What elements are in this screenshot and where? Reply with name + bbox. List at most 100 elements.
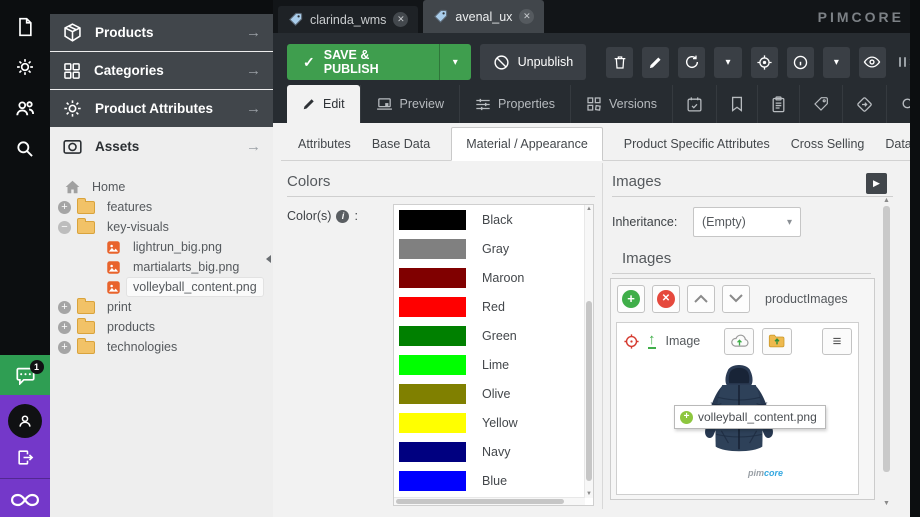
tree-item-key-visuals[interactable]: key-visuals bbox=[50, 217, 266, 237]
color-option[interactable]: Yellow bbox=[394, 408, 593, 437]
upload-cloud-button[interactable] bbox=[724, 328, 754, 355]
remove-item-button[interactable] bbox=[652, 285, 680, 313]
color-option[interactable]: Navy bbox=[394, 437, 593, 466]
logout-button[interactable] bbox=[0, 443, 50, 471]
tree-item-technologies[interactable]: technologies bbox=[50, 337, 266, 357]
tab-tags[interactable] bbox=[799, 85, 842, 123]
rail-bottom-section bbox=[0, 395, 50, 517]
move-up-button[interactable] bbox=[687, 285, 715, 313]
color-swatch bbox=[399, 384, 466, 404]
tab-properties[interactable]: Properties bbox=[459, 85, 570, 123]
color-option[interactable]: Maroon bbox=[394, 263, 593, 292]
colors-multiselect-list[interactable]: Black Gray Maroon Red Green Lime Olive Y… bbox=[393, 204, 594, 506]
move-down-button[interactable] bbox=[722, 285, 750, 313]
color-option[interactable]: Olive bbox=[394, 379, 593, 408]
window-tab-clarinda-wms[interactable]: clarinda_wms bbox=[278, 6, 418, 33]
tree-item-martialarts[interactable]: martialarts_big.png bbox=[50, 257, 266, 277]
window-tab-avenal-ux[interactable]: avenal_ux bbox=[423, 0, 544, 33]
menu-item-assets[interactable]: Assets bbox=[50, 128, 273, 165]
color-option[interactable]: Red bbox=[394, 292, 593, 321]
crosshair-icon bbox=[756, 54, 773, 71]
close-icon[interactable] bbox=[393, 12, 408, 27]
menu-item-product-attributes[interactable]: Product Attributes bbox=[50, 90, 273, 127]
subtab-material-appearance[interactable]: Material / Appearance bbox=[451, 127, 603, 161]
preview-eye-button[interactable] bbox=[859, 47, 886, 78]
expand-plus-icon[interactable] bbox=[58, 201, 71, 214]
tab-bookmark[interactable] bbox=[716, 85, 757, 123]
pimcore-app: 1 Products bbox=[0, 0, 920, 517]
select-from-assets-button[interactable] bbox=[762, 328, 792, 355]
tree-item-products[interactable]: products bbox=[50, 317, 266, 337]
tab-edit[interactable]: Edit bbox=[287, 85, 360, 123]
save-dropdown-caret[interactable] bbox=[439, 44, 471, 80]
inheritance-select[interactable]: (Empty) bbox=[693, 207, 801, 237]
tab-preview[interactable]: Preview bbox=[360, 85, 459, 123]
tab-notes-events[interactable] bbox=[757, 85, 799, 123]
pimcore-logo: PIMCORE bbox=[818, 9, 904, 25]
info-dropdown-button[interactable] bbox=[823, 47, 850, 78]
image-preview-area[interactable]: volleyball_content.png pimcore bbox=[617, 356, 858, 494]
color-option[interactable]: Lime bbox=[394, 350, 593, 379]
tab-versions[interactable]: Versions bbox=[570, 85, 672, 123]
pimcore-infinity-logo[interactable] bbox=[0, 483, 50, 517]
tree-item-features[interactable]: features bbox=[50, 197, 266, 217]
target-icon[interactable] bbox=[623, 333, 640, 350]
scroll-up-arrow[interactable]: ▲ bbox=[882, 197, 891, 204]
list-vertical-scrollbar[interactable]: ▲ ▼ bbox=[584, 205, 593, 498]
tree-item-lightrun[interactable]: lightrun_big.png bbox=[50, 237, 266, 257]
list-horizontal-scrollbar[interactable] bbox=[394, 497, 585, 505]
notifications-button[interactable]: 1 bbox=[0, 355, 50, 395]
color-option[interactable]: Black bbox=[394, 205, 593, 234]
locate-in-tree-button[interactable] bbox=[751, 47, 778, 78]
user-avatar[interactable] bbox=[8, 404, 42, 438]
search-icon[interactable] bbox=[0, 139, 50, 159]
reload-button[interactable] bbox=[678, 47, 705, 78]
expand-plus-icon[interactable] bbox=[58, 301, 71, 314]
tree-item-volleyball[interactable]: volleyball_content.png bbox=[50, 277, 266, 297]
expand-plus-icon[interactable] bbox=[58, 321, 71, 334]
image-menu-button[interactable] bbox=[822, 328, 852, 355]
reload-dropdown-button[interactable] bbox=[714, 47, 741, 78]
collapse-minus-icon[interactable] bbox=[58, 221, 71, 234]
images-column-scrollbar[interactable]: ▲ ▼ bbox=[882, 197, 891, 507]
tab-redirects[interactable] bbox=[842, 85, 886, 123]
color-swatch bbox=[399, 326, 466, 346]
color-option[interactable]: Green bbox=[394, 321, 593, 350]
add-item-button[interactable] bbox=[617, 285, 645, 313]
menu-item-products[interactable]: Products bbox=[50, 14, 273, 51]
subtab-product-specific[interactable]: Product Specific Attributes bbox=[624, 128, 770, 160]
scroll-up-arrow[interactable]: ▲ bbox=[585, 206, 593, 212]
color-swatch bbox=[399, 471, 466, 491]
rename-button[interactable] bbox=[642, 47, 669, 78]
arrow-right-icon bbox=[246, 100, 261, 117]
panel-collapse-handle[interactable] bbox=[264, 247, 273, 271]
sliders-icon bbox=[475, 97, 491, 112]
subtab-attributes[interactable]: Attributes bbox=[298, 128, 351, 160]
close-icon[interactable] bbox=[519, 9, 534, 24]
expand-plus-icon[interactable] bbox=[58, 341, 71, 354]
tree-item-home[interactable]: Home bbox=[50, 177, 266, 197]
unpublish-button[interactable]: Unpublish bbox=[480, 44, 587, 80]
color-option[interactable]: Gray bbox=[394, 234, 593, 263]
tree-item-print[interactable]: print bbox=[50, 297, 266, 317]
users-icon[interactable] bbox=[0, 98, 50, 118]
tab-schedule[interactable] bbox=[672, 85, 716, 123]
subtab-cross-selling[interactable]: Cross Selling bbox=[791, 128, 865, 160]
folder-icon bbox=[77, 301, 95, 314]
upload-arrow-icon[interactable] bbox=[648, 333, 656, 349]
subtab-base-data[interactable]: Base Data bbox=[372, 128, 430, 160]
delete-button[interactable] bbox=[606, 47, 633, 78]
scroll-down-arrow[interactable]: ▼ bbox=[882, 500, 891, 507]
colors-field-label: Color(s) : bbox=[287, 209, 358, 223]
file-icon[interactable] bbox=[0, 17, 50, 37]
cloud-upload-icon bbox=[730, 334, 749, 348]
settings-gear-icon[interactable] bbox=[0, 57, 50, 77]
info-button[interactable] bbox=[787, 47, 814, 78]
expand-section-button[interactable] bbox=[866, 173, 887, 194]
save-publish-button[interactable]: SAVE & PUBLISH bbox=[287, 44, 471, 80]
menu-item-categories[interactable]: Categories bbox=[50, 52, 273, 89]
scroll-down-arrow[interactable]: ▼ bbox=[585, 491, 593, 497]
main-menu: Products Categories Product Attributes A… bbox=[50, 14, 273, 166]
action-toolbar: SAVE & PUBLISH Unpublish bbox=[287, 43, 914, 81]
color-option[interactable]: Blue bbox=[394, 466, 593, 495]
